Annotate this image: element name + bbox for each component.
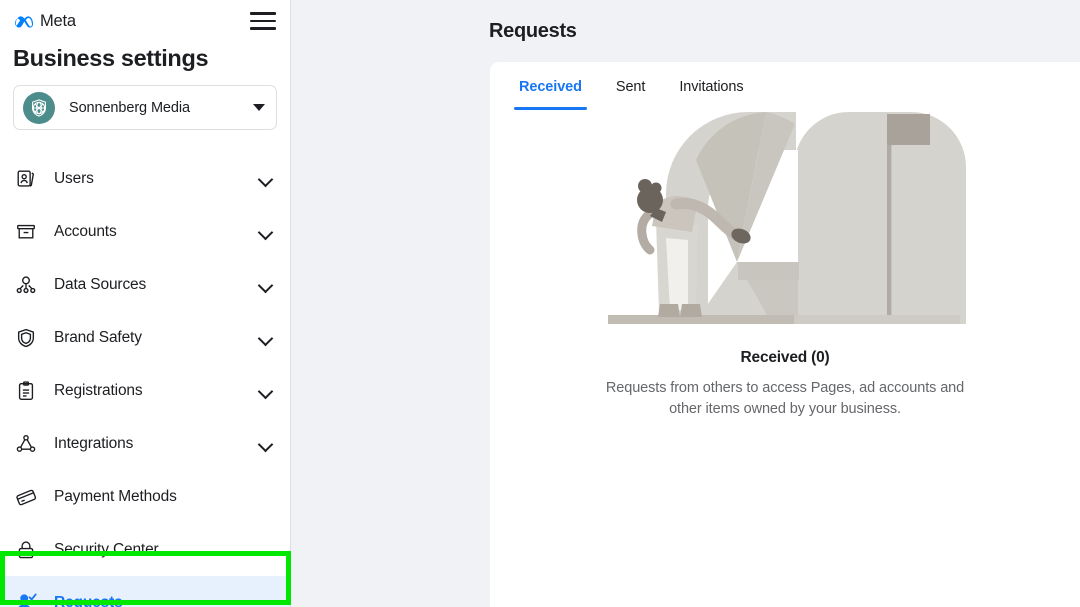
- empty-state-description: Requests from others to access Pages, ad…: [605, 380, 965, 418]
- main-content: Requests Received Sent Invitations Recei…: [291, 0, 1080, 607]
- hamburger-menu-icon[interactable]: [250, 10, 276, 32]
- sidebar-item-brand-safety[interactable]: Brand Safety: [0, 311, 290, 364]
- credit-card-icon: [14, 485, 38, 509]
- sidebar-item-label: Security Center: [54, 540, 159, 558]
- chevron-down-icon[interactable]: [259, 384, 273, 398]
- meta-logo: Meta: [13, 13, 76, 30]
- sidebar-item-label: Requests: [54, 593, 123, 607]
- archive-box-icon: [14, 220, 38, 244]
- chevron-down-icon[interactable]: [259, 172, 273, 186]
- sidebar-item-label: Integrations: [54, 434, 134, 452]
- sidebar-item-integrations[interactable]: Integrations: [0, 417, 290, 470]
- shield-icon: [14, 326, 38, 350]
- page-title: Requests: [489, 20, 577, 42]
- sidebar-item-security-center[interactable]: Security Center: [0, 523, 290, 576]
- meta-infinity-icon: [13, 14, 35, 29]
- clipboard-icon: [14, 379, 38, 403]
- sidebar-item-label: Payment Methods: [54, 487, 177, 505]
- sidebar-item-label: Users: [54, 169, 94, 187]
- chevron-down-icon[interactable]: [259, 437, 273, 451]
- chevron-down-icon[interactable]: [259, 278, 273, 292]
- sidebar-item-data-sources[interactable]: Data Sources: [0, 258, 290, 311]
- tab-bar: Received Sent Invitations: [490, 62, 1080, 110]
- sidebar-item-label: Registrations: [54, 381, 143, 399]
- page-title-business-settings: Business settings: [13, 45, 209, 71]
- sidebar-item-registrations[interactable]: Registrations: [0, 364, 290, 417]
- lock-icon: [14, 538, 38, 562]
- caret-down-icon[interactable]: [253, 104, 265, 112]
- sidebar-item-payment-methods[interactable]: Payment Methods: [0, 470, 290, 523]
- tab-sent[interactable]: Sent: [599, 64, 662, 110]
- id-card-icon: [14, 167, 38, 191]
- sidebar-item-users[interactable]: Users: [0, 152, 290, 205]
- sidebar-item-requests[interactable]: Requests: [0, 576, 290, 607]
- chevron-down-icon[interactable]: [259, 331, 273, 345]
- data-sources-icon: [14, 273, 38, 297]
- sidebar-item-label: Data Sources: [54, 275, 147, 293]
- empty-state-title: Received (0): [740, 349, 830, 366]
- sidebar: Meta Business settings Sonnenberg Media: [0, 0, 291, 607]
- empty-state: Received (0) Requests from others to acc…: [490, 110, 1080, 420]
- business-settings-page: Meta Business settings Sonnenberg Media: [0, 0, 1080, 607]
- sidebar-item-accounts[interactable]: Accounts: [0, 205, 290, 258]
- sidebar-item-label: Brand Safety: [54, 328, 142, 346]
- business-avatar-globe-icon: [23, 91, 55, 124]
- chevron-down-icon[interactable]: [259, 225, 273, 239]
- tab-label: Invitations: [679, 79, 744, 95]
- tab-invitations[interactable]: Invitations: [662, 64, 760, 110]
- user-check-icon: [14, 591, 38, 607]
- business-name-label: Sonnenberg Media: [69, 99, 190, 116]
- requests-card: Received Sent Invitations Received (0) R…: [490, 62, 1080, 607]
- meta-wordmark: Meta: [40, 11, 76, 30]
- tab-label: Received: [519, 79, 582, 95]
- tab-label: Sent: [615, 79, 646, 95]
- business-selector[interactable]: Sonnenberg Media: [13, 85, 277, 131]
- sidebar-item-label: Accounts: [54, 222, 117, 240]
- sidebar-header: Meta: [0, 0, 290, 36]
- sidebar-nav: Users Accounts Data Sources Brand Safety…: [0, 152, 290, 607]
- mailbox-with-person-illustration: [608, 112, 966, 324]
- integrations-icon: [14, 432, 38, 456]
- tab-received[interactable]: Received: [502, 64, 599, 110]
